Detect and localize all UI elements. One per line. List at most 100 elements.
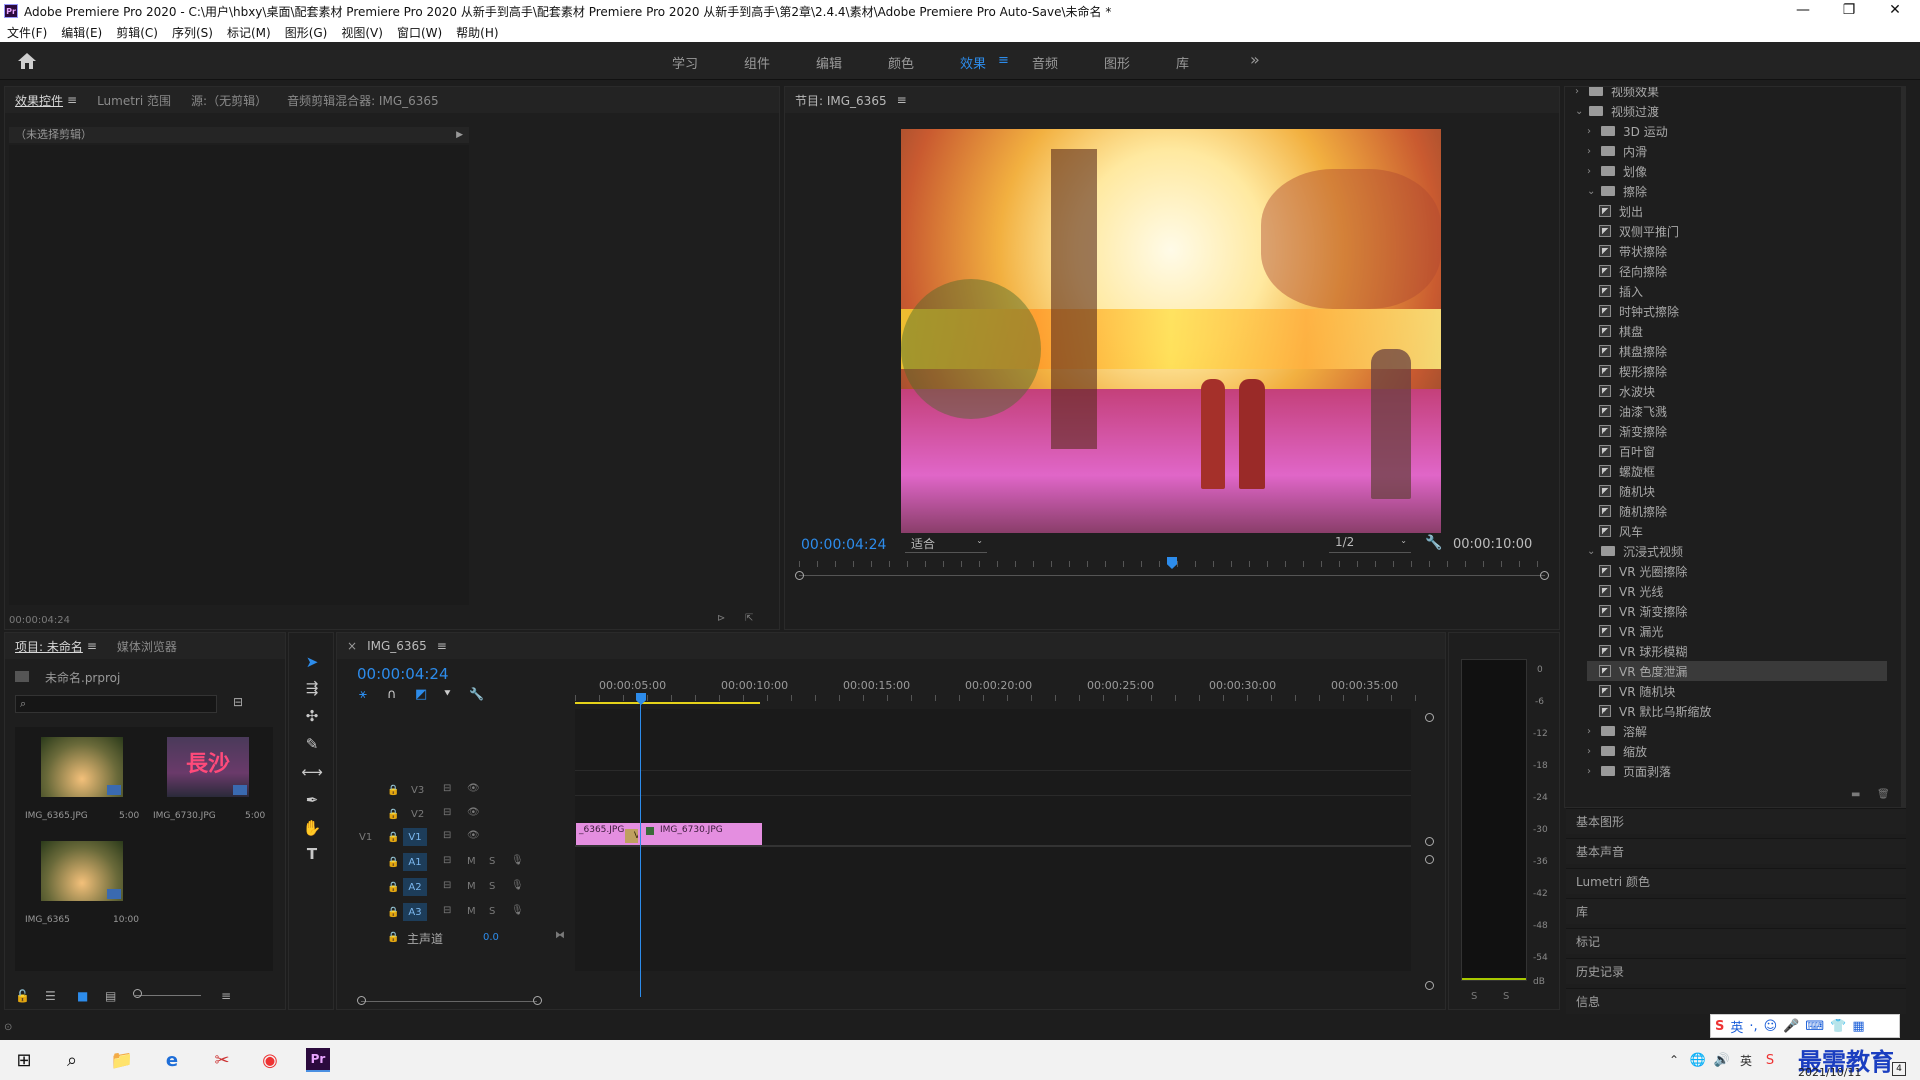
effect-item[interactable]: 随机擦除 [1599,501,1899,521]
project-search-input[interactable]: ⌕ [15,695,217,713]
lock-icon[interactable]: 🔓 [15,989,30,1003]
thumbnail-sequence-img-6365[interactable] [41,841,123,901]
tree-folder[interactable]: › 3D 运动 [1587,121,1668,141]
slip-tool-icon[interactable]: ⟷ [300,761,324,783]
linked-selection-icon[interactable]: ◩ [415,687,427,702]
panel-history[interactable]: 历史记录 [1566,958,1906,984]
premiere-taskbar-icon[interactable]: Pr [306,1048,330,1072]
delete-icon[interactable]: 🗑 [1877,789,1890,800]
effect-item[interactable]: 时钟式擦除 [1599,301,1899,321]
program-title[interactable]: 节目: IMG_6365 [785,92,897,109]
close-sequence-icon[interactable]: × [337,639,367,653]
workspace-libraries[interactable]: 库 [1176,53,1189,72]
effect-item[interactable]: VR 渐变擦除 [1599,601,1899,621]
lock-icon[interactable]: 🔒 [387,785,399,796]
effect-item[interactable]: 插入 [1599,281,1899,301]
app-icon[interactable]: ✂ [210,1048,234,1072]
panel-markers[interactable]: 标记 [1566,928,1906,954]
resolution-dropdown[interactable]: 1/2 ⌄ [1329,535,1411,553]
scrubber-start-handle[interactable] [795,571,804,580]
timeline-menu-icon[interactable]: ≡ [437,639,457,653]
nest-icon[interactable]: ⚹ [359,687,367,702]
fit-dropdown[interactable]: 适合 ⌄ [905,535,987,553]
program-playhead[interactable] [1167,557,1177,569]
pen-tool-icon[interactable]: ✒ [300,789,324,811]
panel-essential-graphics[interactable]: 基本图形 [1566,808,1906,834]
edge-browser-icon[interactable]: e [160,1048,184,1072]
lock-icon[interactable]: 🔒 [387,907,399,918]
solo-left-button[interactable]: S [1471,991,1477,1002]
voice-icon[interactable]: 🎤 [1783,1019,1799,1034]
tree-folder[interactable]: › 划像 [1587,161,1647,181]
effect-item[interactable]: 水波块 [1599,381,1899,401]
punctuation-icon[interactable]: ·, [1749,1019,1757,1034]
effects-scrollbar[interactable] [1901,87,1905,807]
workspace-menu-icon[interactable]: ≡ [998,53,1009,68]
effect-item[interactable]: 划出 [1599,201,1899,221]
sync-lock-icon[interactable]: ⊟ [443,855,451,866]
mute-button[interactable]: M [467,906,476,917]
effect-item[interactable]: VR 球形模糊 [1599,641,1899,661]
panel-libraries[interactable]: 库 [1566,898,1906,924]
workspace-assembly[interactable]: 组件 [744,53,770,72]
lock-icon[interactable]: 🔒 [387,832,399,843]
microphone-icon[interactable]: 🎙 [511,855,524,866]
zoom-slider[interactable] [135,995,201,996]
effect-item[interactable]: 棋盘 [1599,321,1899,341]
expand-arrow-icon[interactable]: ▶ [456,127,463,143]
wrench-icon[interactable]: 🔧 [1425,535,1442,551]
effect-item[interactable]: 油漆飞溅 [1599,401,1899,421]
effect-item[interactable]: VR 随机块 [1599,681,1899,701]
network-icon[interactable]: 🌐 [1686,1048,1710,1072]
tab-source[interactable]: 源:（无剪辑） [181,92,277,109]
source-patch-label[interactable]: V1 [359,832,372,843]
vertical-scroll-handle[interactable] [1425,837,1434,846]
effect-item[interactable]: 楔形擦除 [1599,361,1899,381]
scrubber-end-handle[interactable] [1540,571,1549,580]
track-label-active[interactable]: V1 [403,828,427,846]
chrome-icon[interactable]: ◉ [258,1048,282,1072]
keyboard-icon[interactable]: ⌨ [1805,1019,1824,1034]
freeform-view-icon[interactable]: ▤ [105,989,116,1003]
workspace-more-icon[interactable]: » [1250,50,1260,69]
track-label-active[interactable]: A1 [403,853,427,871]
effect-item[interactable]: VR 光圈擦除 [1599,561,1899,581]
tab-audio-clip-mixer[interactable]: 音频剪辑混合器: IMG_6365 [277,92,449,109]
export-icon[interactable]: ⇱ [745,613,753,624]
solo-button[interactable]: S [489,856,495,867]
filter-icon[interactable]: ⊳ [717,613,725,624]
effect-item[interactable]: VR 色度泄漏 [1587,661,1887,681]
volume-icon[interactable]: 🔊 [1710,1048,1734,1072]
tab-sequence[interactable]: IMG_6365 [367,639,437,653]
menu-help[interactable]: 帮助(H) [449,24,505,41]
master-volume-value[interactable]: 0.0 [483,932,499,943]
panel-essential-sound[interactable]: 基本声音 [1566,838,1906,864]
solo-button[interactable]: S [489,906,495,917]
tree-folder-immersive[interactable]: ⌄ 沉浸式视频 [1587,541,1683,561]
workspace-learn[interactable]: 学习 [672,53,698,72]
effect-item[interactable]: 棋盘擦除 [1599,341,1899,361]
snap-icon[interactable]: ∩ [387,687,397,702]
skin-icon[interactable]: 👕 [1830,1019,1846,1034]
selection-tool-icon[interactable]: ➤ [300,651,324,673]
menu-file[interactable]: 文件(F) [0,24,54,41]
tree-folder[interactable]: › 缩放 [1587,741,1647,761]
mute-button[interactable]: M [467,856,476,867]
timeline-settings-wrench-icon[interactable]: 🔧 [469,687,484,701]
eye-icon[interactable]: 👁 [467,783,480,794]
tree-folder-wipe[interactable]: ⌄ 擦除 [1587,181,1647,201]
effect-item[interactable]: 径向擦除 [1599,261,1899,281]
ime-toolbar[interactable]: S 英 ·, ☺ 🎤 ⌨ 👕 ▦ [1710,1014,1900,1038]
effect-item[interactable]: 随机块 [1599,481,1899,501]
tab-media-browser[interactable]: 媒体浏览器 [107,638,187,655]
new-bin-icon[interactable]: ▬ [1851,789,1860,800]
lock-icon[interactable]: 🔒 [387,882,399,893]
menu-graphics[interactable]: 图形(G) [278,24,335,41]
ime-icon[interactable]: 英 [1734,1048,1758,1072]
tree-folder-video-effects[interactable]: › 视频效果 [1575,87,1659,101]
solo-right-button[interactable]: S [1503,991,1509,1002]
track-label-active[interactable]: A2 [403,878,427,896]
windows-start-icon[interactable]: ⊞ [12,1048,36,1072]
vertical-scroll-handle[interactable] [1425,713,1434,722]
sync-lock-icon[interactable]: ⊟ [443,880,451,891]
